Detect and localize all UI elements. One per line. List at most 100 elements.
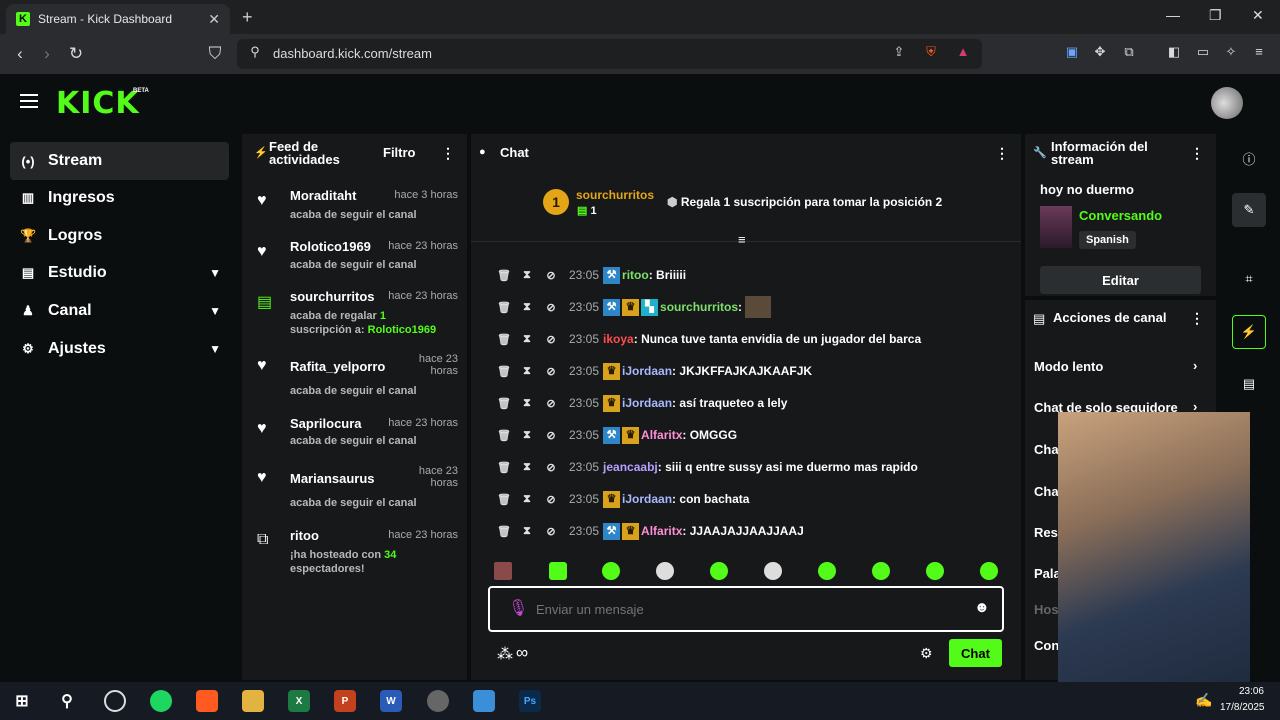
maximize-icon[interactable]: ❐ [1209, 7, 1222, 24]
action-words[interactable]: Pala [1034, 566, 1061, 581]
filter-button[interactable]: Filtro [383, 146, 416, 159]
emote-quick[interactable] [872, 562, 890, 580]
delete-icon[interactable]: 🗑 [497, 333, 511, 346]
timeout-icon[interactable]: ⧗ [521, 493, 533, 506]
ban-icon[interactable]: ⊘ [545, 429, 557, 442]
chat-input[interactable] [536, 599, 956, 619]
screenshot-icon[interactable]: ⧉ [1119, 44, 1139, 60]
timeout-icon[interactable]: ⧗ [521, 333, 533, 346]
timeout-icon[interactable]: ⧗ [521, 365, 533, 378]
timeout-icon[interactable]: ⧗ [521, 525, 533, 538]
clock-date[interactable]: 17/8/2025 [1220, 702, 1265, 713]
ban-icon[interactable]: ⊘ [545, 525, 557, 538]
brave-shield-icon[interactable]: ⛨ [921, 44, 941, 60]
message-user[interactable]: sourchurritos [660, 300, 738, 314]
scan-icon[interactable]: ⌗ [1232, 262, 1266, 296]
menu-icon[interactable]: ≡ [1249, 44, 1269, 59]
bookmark-icon[interactable]: ⛉ [205, 44, 225, 64]
stream-info-more-icon[interactable]: ⋮ [1190, 145, 1204, 162]
feed-user[interactable]: Saprilocura [290, 416, 362, 431]
message-user[interactable]: Alfaritx [641, 428, 682, 442]
chat-input-box[interactable]: 🎙 ☻ [488, 586, 1004, 632]
powerpoint-icon[interactable]: P [334, 690, 356, 712]
ban-icon[interactable]: ⊘ [545, 397, 557, 410]
action-con[interactable]: Con [1034, 638, 1059, 653]
feed-user[interactable]: Rafita_yelporro [290, 359, 385, 374]
users-icon[interactable]: ⁂ [497, 644, 513, 664]
chevron-right-icon[interactable]: › [1193, 358, 1197, 373]
site-settings-icon[interactable]: ⚲ [245, 44, 265, 60]
emote-quick[interactable] [549, 562, 567, 580]
translate-icon[interactable]: ▣ [1062, 44, 1082, 60]
photoshop-icon[interactable]: Ps [519, 690, 541, 712]
message-user[interactable]: jeancaabj [603, 460, 658, 474]
delete-icon[interactable]: 🗑 [497, 365, 511, 378]
microphone-icon[interactable]: 🎙 [508, 598, 528, 618]
emote-quick[interactable] [656, 562, 674, 580]
sidebar-item-ingresos[interactable]: ▥ Ingresos [10, 179, 229, 217]
timeout-icon[interactable]: ⧗ [521, 429, 533, 442]
ban-icon[interactable]: ⊘ [545, 493, 557, 506]
delete-icon[interactable]: 🗑 [497, 429, 511, 442]
search-icon[interactable]: ⚲ [56, 690, 78, 712]
close-tab-icon[interactable]: ✕ [208, 11, 220, 28]
chevron-down-icon[interactable]: ▼ [209, 266, 221, 280]
ban-icon[interactable]: ⊘ [545, 301, 557, 314]
infinity-icon[interactable]: ∞ [516, 643, 528, 663]
leader-name[interactable]: sourchurritos [576, 188, 654, 202]
message-user[interactable]: ikoya [603, 332, 634, 346]
feed-user[interactable]: Moraditaht [290, 188, 356, 203]
sidebar-item-logros[interactable]: 🏆 Logros [10, 217, 229, 255]
chat-more-icon[interactable]: ⋮ [995, 145, 1009, 162]
back-icon[interactable]: ‹ [10, 44, 30, 64]
message-user[interactable]: Alfaritx [641, 524, 682, 538]
new-tab-icon[interactable]: + [242, 7, 253, 28]
sidebar-item-stream[interactable]: (•) Stream [10, 142, 229, 180]
emote-quick[interactable] [980, 562, 998, 580]
word-icon[interactable]: W [380, 690, 402, 712]
brave-browser-icon[interactable] [196, 690, 218, 712]
emote-quick[interactable] [710, 562, 728, 580]
emote-quick[interactable] [818, 562, 836, 580]
leo-ai-icon[interactable]: ✧ [1221, 44, 1241, 60]
wallet-icon[interactable]: ▭ [1193, 44, 1213, 60]
forward-icon[interactable]: › [37, 44, 57, 64]
delete-icon[interactable]: 🗑 [497, 493, 511, 506]
windows-start-icon[interactable]: ⊞ [11, 690, 33, 712]
category-link[interactable]: Conversando [1079, 208, 1162, 223]
ban-icon[interactable]: ⊘ [545, 365, 557, 378]
delete-icon[interactable]: 🗑 [497, 269, 511, 282]
message-user[interactable]: iJordaan [622, 364, 672, 378]
vscode-icon[interactable] [473, 690, 495, 712]
reload-icon[interactable]: ↻ [66, 44, 86, 64]
timeout-icon[interactable]: ⧗ [521, 397, 533, 410]
pen-icon[interactable]: ✍ [1195, 692, 1212, 709]
message-user[interactable]: iJordaan [622, 492, 672, 506]
emoji-icon[interactable]: ☻ [974, 599, 990, 616]
send-chat-button[interactable]: Chat [949, 639, 1002, 667]
sidebar-toggle-icon[interactable]: ◧ [1164, 44, 1184, 60]
spotify-icon[interactable] [150, 690, 172, 712]
emote-quick[interactable] [926, 562, 944, 580]
kick-logo[interactable]: KICK [56, 86, 140, 121]
gift-cta[interactable]: ⬢ Regala 1 suscripción para tomar la pos… [667, 195, 942, 209]
timeout-icon[interactable]: ⧗ [521, 461, 533, 474]
feed-user[interactable]: Rolotico1969 [290, 239, 371, 254]
sidebar-item-estudio[interactable]: ▤ Estudio ▼ [10, 254, 229, 292]
ban-icon[interactable]: ⊘ [545, 269, 557, 282]
feed-more-icon[interactable]: ⋮ [441, 145, 455, 162]
message-user[interactable]: iJordaan [622, 396, 672, 410]
collapse-icon[interactable]: ≡ [738, 232, 746, 247]
hamburger-menu-icon[interactable] [20, 94, 38, 108]
channel-actions-more-icon[interactable]: ⋮ [1190, 310, 1204, 327]
share-icon[interactable]: ⇪ [889, 44, 909, 60]
message-user[interactable]: ritoo [622, 268, 649, 282]
close-window-icon[interactable]: ✕ [1252, 7, 1264, 24]
pencil-icon[interactable]: ✎ [1232, 193, 1266, 227]
feed-user[interactable]: ritoo [290, 528, 319, 543]
info-icon[interactable]: ⓘ [1232, 141, 1266, 175]
ban-icon[interactable]: ⊘ [545, 333, 557, 346]
ban-icon[interactable]: ⊘ [545, 461, 557, 474]
delete-icon[interactable]: 🗑 [497, 525, 511, 538]
action-host[interactable]: Hos [1034, 602, 1059, 617]
